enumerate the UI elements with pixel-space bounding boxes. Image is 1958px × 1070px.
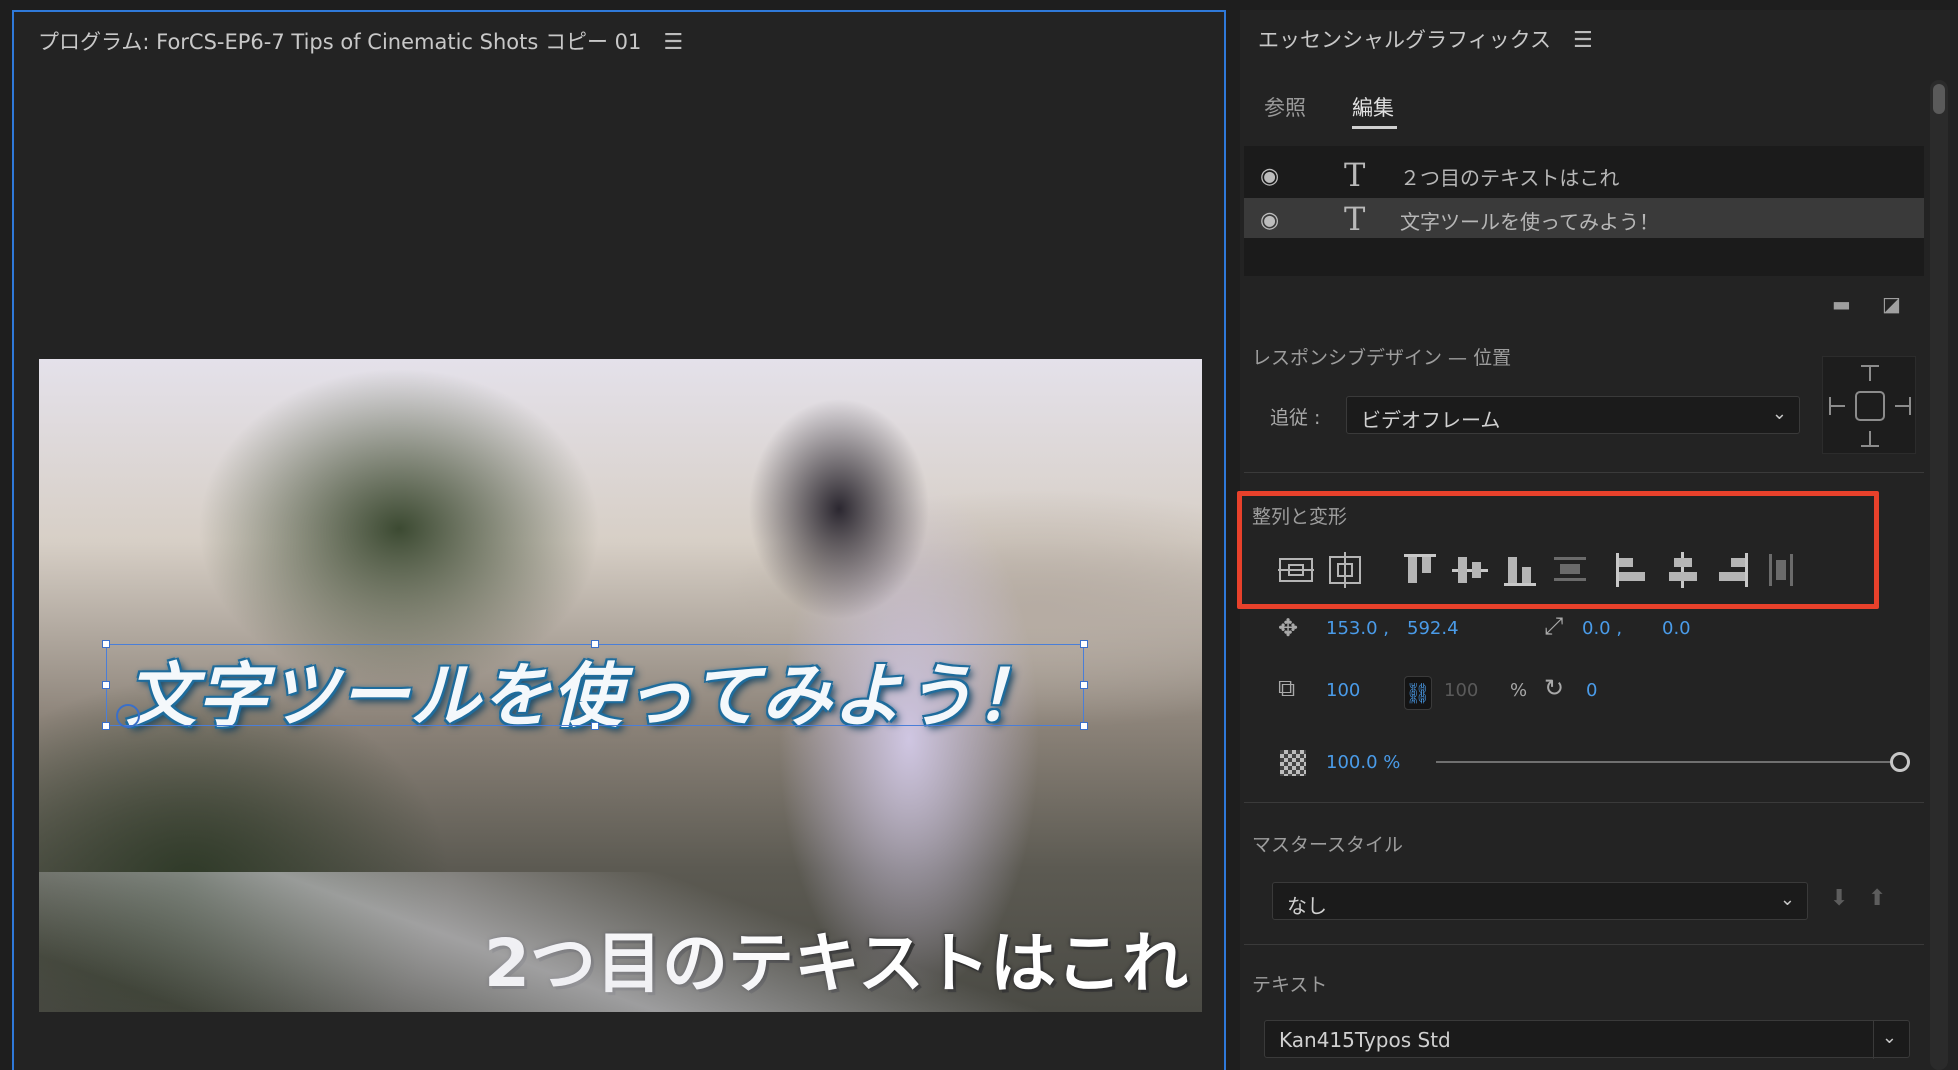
layer-name: ２つ目のテキストはこれ <box>1400 166 1620 190</box>
section-divider <box>1244 472 1924 473</box>
push-style-down-icon[interactable]: ⬇ <box>1830 886 1848 911</box>
pin-left-icon[interactable] <box>1829 405 1845 407</box>
eye-icon[interactable]: ◉ <box>1260 208 1279 233</box>
panel-title-text: エッセンシャルグラフィックス <box>1258 28 1551 52</box>
opacity-icon <box>1280 750 1306 776</box>
hamburger-icon[interactable]: ☰ <box>663 30 683 55</box>
resize-handle-left[interactable] <box>102 681 110 689</box>
chevron-down-icon: ⌄ <box>1881 1027 1897 1048</box>
resize-handle-top-left[interactable] <box>102 640 110 648</box>
resize-handle-right[interactable] <box>1080 681 1088 689</box>
folder-icon[interactable]: ▬ <box>1832 292 1851 316</box>
panel-title: エッセンシャルグラフィックス ☰ <box>1258 24 1593 54</box>
section-divider <box>1244 944 1924 945</box>
position-y-value[interactable]: 592.4 <box>1407 618 1459 639</box>
resize-handle-bottom-left[interactable] <box>102 722 110 730</box>
chevron-down-icon: ⌄ <box>1771 403 1787 424</box>
anchor-y-value[interactable]: 0.0 <box>1662 618 1691 639</box>
pin-to-edges-control[interactable] <box>1822 356 1916 454</box>
opacity-value[interactable]: 100.0 % <box>1326 752 1400 773</box>
follow-label: 追従 : <box>1270 407 1321 429</box>
program-monitor: プログラム: ForCS-EP6-7 Tips of Cinematic Sho… <box>12 10 1226 1070</box>
position-icon: ✥ <box>1278 614 1299 642</box>
layer-list: ◉ T ２つ目のテキストはこれ ◉ T 文字ツールを使ってみよう！ <box>1244 146 1924 276</box>
font-dropdown[interactable]: Kan415Typos Std ⌄ <box>1264 1020 1910 1059</box>
pin-left-bar <box>1829 397 1831 415</box>
pin-bottom-bar <box>1861 445 1879 447</box>
tab-browse[interactable]: 参照 <box>1264 92 1306 122</box>
scale-icon: ⧉ <box>1278 674 1296 702</box>
chevron-down-icon: ⌄ <box>1779 889 1795 910</box>
rotation-icon: ↻ <box>1544 674 1565 702</box>
pin-right-bar <box>1909 397 1911 415</box>
hamburger-icon[interactable]: ☰ <box>1573 28 1593 53</box>
resize-handle-bottom-right[interactable] <box>1080 722 1088 730</box>
scale-unit: % <box>1510 680 1528 701</box>
pin-top-icon[interactable] <box>1869 365 1871 381</box>
font-value: Kan415Typos Std <box>1279 1028 1451 1052</box>
active-tab-indicator <box>1352 126 1397 129</box>
layer-name: 文字ツールを使ってみよう！ <box>1400 210 1659 234</box>
text-layer-icon: T <box>1344 156 1366 194</box>
resize-handle-top[interactable] <box>591 640 599 648</box>
font-dropdown-toggle[interactable]: ⌄ <box>1873 1021 1909 1059</box>
master-style-title: マスタースタイル <box>1252 834 1404 856</box>
push-style-up-icon[interactable]: ⬆ <box>1868 886 1886 911</box>
follow-dropdown[interactable]: ビデオフレーム ⌄ <box>1346 396 1800 434</box>
pin-center-icon <box>1855 391 1885 421</box>
anchor-point-icon: ⤢ <box>1544 612 1564 640</box>
position-x-value[interactable]: 153.0 , <box>1326 618 1389 639</box>
layer-item-selected[interactable]: ◉ T 文字ツールを使ってみよう！ <box>1244 198 1924 238</box>
anchor-point-icon[interactable] <box>116 704 140 728</box>
layer-item[interactable]: ◉ T ２つ目のテキストはこれ <box>1244 154 1924 194</box>
opacity-slider-thumb[interactable] <box>1890 752 1910 772</box>
panel-scrollbar[interactable] <box>1930 80 1948 1070</box>
rotation-value[interactable]: 0 <box>1586 680 1597 701</box>
anchor-x-value[interactable]: 0.0 , <box>1582 618 1622 639</box>
panel-scroll-thumb[interactable] <box>1933 84 1945 114</box>
align-transform-highlight <box>1237 491 1879 609</box>
eye-icon[interactable]: ◉ <box>1260 164 1279 189</box>
program-title-text: プログラム: ForCS-EP6-7 Tips of Cinematic Sho… <box>38 30 642 54</box>
text-layer-icon: T <box>1344 200 1366 238</box>
video-title-2[interactable]: 2つ目のテキストはこれ <box>484 910 1188 1006</box>
new-layer-icon[interactable]: ◪ <box>1882 292 1901 316</box>
text-section-title: テキスト <box>1252 974 1328 996</box>
link-icon[interactable]: ⛓ <box>1404 676 1432 710</box>
scale-value[interactable]: 100 <box>1326 680 1360 701</box>
resize-handle-top-right[interactable] <box>1080 640 1088 648</box>
responsive-section-title: レスポンシブデザイン — 位置 <box>1252 347 1512 369</box>
opacity-slider[interactable] <box>1436 761 1898 763</box>
master-style-value: なし <box>1287 894 1327 918</box>
master-style-dropdown[interactable]: なし ⌄ <box>1272 882 1808 920</box>
follow-dropdown-value: ビデオフレーム <box>1361 408 1501 432</box>
section-divider <box>1244 802 1924 803</box>
scale-height-value: 100 <box>1444 680 1479 701</box>
tab-edit[interactable]: 編集 <box>1352 92 1394 122</box>
resize-handle-bottom[interactable] <box>591 722 599 730</box>
pin-top-bar <box>1861 365 1879 367</box>
program-monitor-title: プログラム: ForCS-EP6-7 Tips of Cinematic Sho… <box>38 26 683 56</box>
text-bounding-box[interactable] <box>106 644 1084 726</box>
